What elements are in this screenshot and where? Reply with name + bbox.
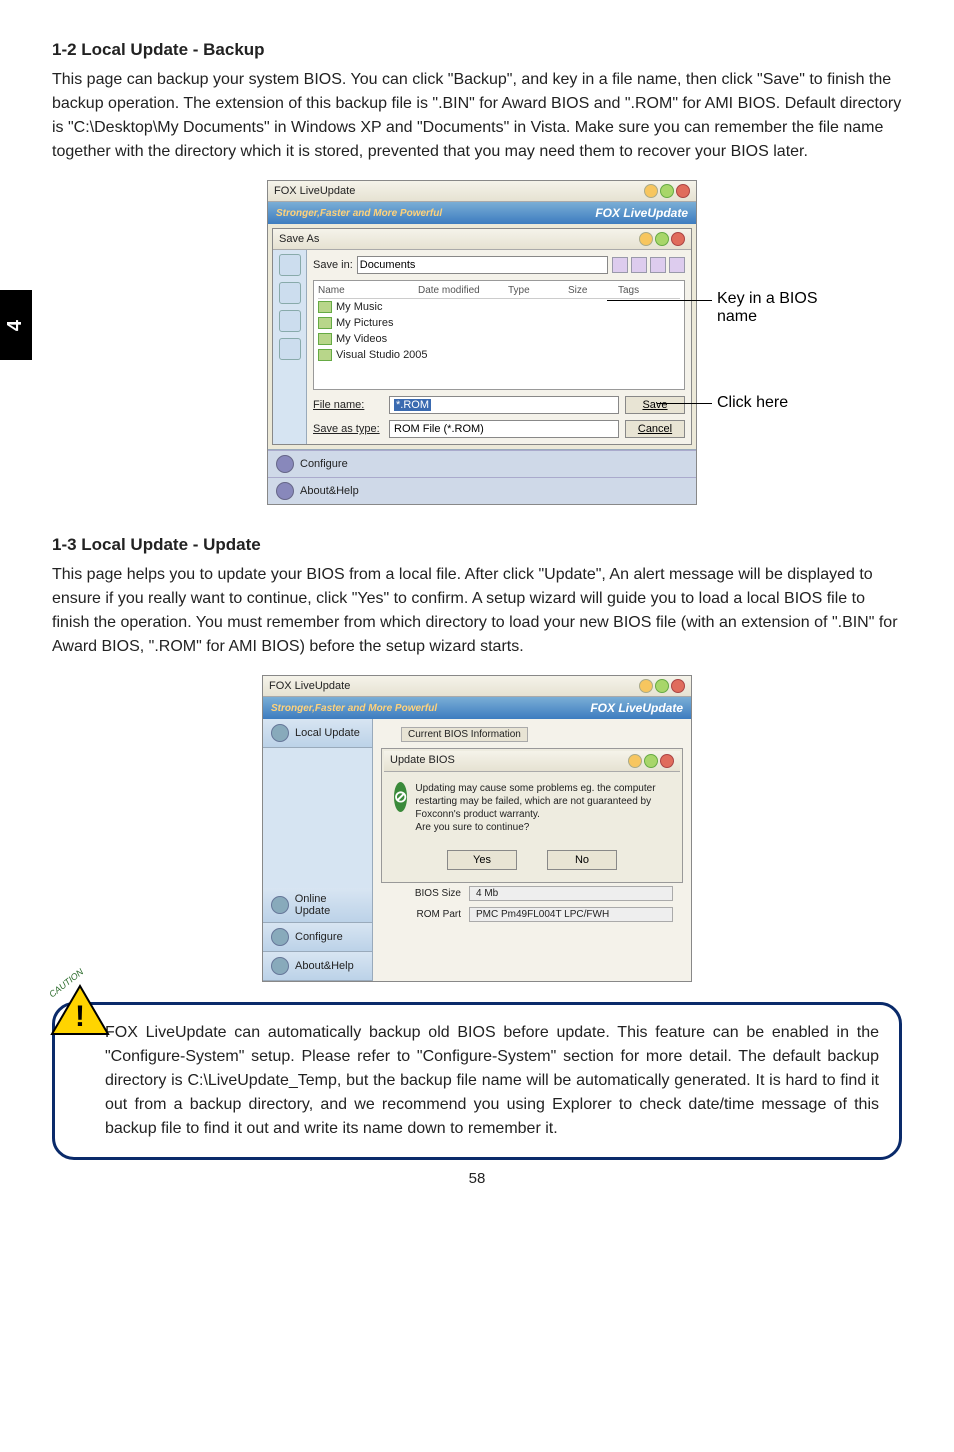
fox-liveupdate-window: FOX LiveUpdate Stronger,Faster and More … bbox=[267, 180, 697, 505]
place-icon[interactable] bbox=[279, 310, 301, 332]
warning-text: Updating may cause some problems eg. the… bbox=[415, 782, 670, 834]
views-icon[interactable] bbox=[669, 257, 685, 273]
col-name[interactable]: Name bbox=[318, 285, 418, 296]
col-type[interactable]: Type bbox=[508, 285, 568, 296]
page-number: 58 bbox=[52, 1170, 902, 1187]
cancel-button[interactable]: Cancel bbox=[625, 420, 685, 438]
app-banner: Stronger,Faster and More Powerful FOX Li… bbox=[263, 697, 691, 719]
section-1-heading: 1-2 Local Update - Backup bbox=[52, 40, 902, 60]
minimize-icon[interactable] bbox=[628, 754, 642, 768]
help-icon bbox=[271, 957, 289, 975]
fox-liveupdate-window-2: FOX LiveUpdate Stronger,Faster and More … bbox=[262, 675, 692, 982]
help-icon[interactable] bbox=[660, 184, 674, 198]
col-date[interactable]: Date modified bbox=[418, 285, 508, 296]
nav-sidebar: Local Update Online Update Configure Abo… bbox=[263, 719, 373, 981]
annotation-1: Key in a BIOS name bbox=[717, 290, 827, 326]
caution-text: FOX LiveUpdate can automatically backup … bbox=[52, 1002, 902, 1160]
savein-dropdown[interactable] bbox=[357, 256, 608, 274]
no-button[interactable]: No bbox=[547, 850, 617, 870]
file-list[interactable]: Name Date modified Type Size Tags My Mus… bbox=[313, 280, 685, 390]
groupbox-label: Current BIOS Information bbox=[401, 727, 528, 742]
close-icon[interactable] bbox=[676, 184, 690, 198]
folder-icon bbox=[318, 317, 332, 329]
saveas-titlebar: Save As bbox=[273, 229, 691, 250]
banner-app-name: FOX LiveUpdate bbox=[595, 206, 688, 220]
close-icon[interactable] bbox=[660, 754, 674, 768]
saveas-help-icon[interactable] bbox=[655, 232, 669, 246]
col-size[interactable]: Size bbox=[568, 285, 618, 296]
place-icon[interactable] bbox=[279, 254, 301, 276]
savetype-dropdown[interactable] bbox=[389, 420, 619, 438]
save-as-dialog: Save As S bbox=[272, 228, 692, 445]
window-title: FOX LiveUpdate bbox=[274, 185, 355, 197]
newfolder-icon[interactable] bbox=[650, 257, 666, 273]
minimize-icon[interactable] bbox=[639, 679, 653, 693]
places-sidebar bbox=[273, 250, 307, 444]
nav-about[interactable]: About&Help bbox=[263, 952, 372, 981]
nav-configure[interactable]: Configure bbox=[268, 450, 696, 477]
section-1-body: This page can backup your system BIOS. Y… bbox=[52, 68, 902, 164]
filename-input[interactable]: *.ROM bbox=[389, 396, 619, 414]
place-icon[interactable] bbox=[279, 282, 301, 304]
nav-online-update[interactable]: Online Update bbox=[263, 888, 372, 923]
help-icon bbox=[276, 482, 294, 500]
annotation-line bbox=[607, 300, 712, 301]
minimize-icon[interactable] bbox=[644, 184, 658, 198]
saveas-close-icon[interactable] bbox=[671, 232, 685, 246]
banner-slogan: Stronger,Faster and More Powerful bbox=[271, 703, 437, 714]
banner-slogan: Stronger,Faster and More Powerful bbox=[276, 208, 442, 219]
annotation-2: Click here bbox=[717, 394, 788, 412]
filename-label: File name: bbox=[313, 399, 383, 411]
bios-size-label: BIOS Size bbox=[391, 888, 461, 899]
section-2-heading: 1-3 Local Update - Update bbox=[52, 535, 902, 555]
close-icon[interactable] bbox=[671, 679, 685, 693]
saveas-title: Save As bbox=[279, 233, 319, 245]
caution-triangle-icon: ! bbox=[50, 984, 110, 1036]
up-icon[interactable] bbox=[631, 257, 647, 273]
yes-button[interactable]: Yes bbox=[447, 850, 517, 870]
svg-text:!: ! bbox=[75, 1000, 85, 1033]
list-item[interactable]: My Pictures bbox=[318, 315, 680, 331]
col-tags[interactable]: Tags bbox=[618, 285, 639, 296]
chapter-number: 4 bbox=[5, 319, 28, 330]
saveas-minimize-icon[interactable] bbox=[639, 232, 653, 246]
list-item[interactable]: My Music bbox=[318, 299, 680, 315]
gear-icon bbox=[271, 928, 289, 946]
savein-label: Save in: bbox=[313, 259, 353, 271]
nav-configure[interactable]: Configure bbox=[263, 923, 372, 952]
app-banner: Stronger,Faster and More Powerful FOX Li… bbox=[268, 202, 696, 224]
rom-part-label: ROM Part bbox=[391, 909, 461, 920]
window-titlebar: FOX LiveUpdate bbox=[268, 181, 696, 202]
folder-icon bbox=[318, 333, 332, 345]
screenshot-1-wrap: FOX LiveUpdate Stronger,Faster and More … bbox=[127, 180, 827, 505]
globe-icon bbox=[271, 896, 289, 914]
update-bios-dialog: Update BIOS ⊘ Updating may cause some pr… bbox=[381, 748, 683, 883]
rom-part-value: PMC Pm49FL004T LPC/FWH bbox=[469, 907, 673, 922]
help-icon[interactable] bbox=[655, 679, 669, 693]
nav-local-update[interactable]: Local Update bbox=[263, 719, 372, 748]
chapter-tab: 4 bbox=[0, 290, 32, 360]
folder-icon bbox=[318, 349, 332, 361]
warning-icon: ⊘ bbox=[394, 782, 407, 812]
bios-size-value: 4 Mb bbox=[469, 886, 673, 901]
caution-callout: CAUTION ! FOX LiveUpdate can automatical… bbox=[52, 1002, 902, 1160]
back-icon[interactable] bbox=[612, 257, 628, 273]
window-titlebar: FOX LiveUpdate bbox=[263, 676, 691, 697]
place-icon[interactable] bbox=[279, 338, 301, 360]
annotation-line bbox=[657, 403, 712, 404]
window-title: FOX LiveUpdate bbox=[269, 680, 350, 692]
folder-icon bbox=[318, 301, 332, 313]
section-2-body: This page helps you to update your BIOS … bbox=[52, 563, 902, 659]
nav-about[interactable]: About&Help bbox=[268, 477, 696, 504]
gear-icon bbox=[276, 455, 294, 473]
disk-icon bbox=[271, 724, 289, 742]
dialog-title: Update BIOS bbox=[390, 754, 455, 768]
list-item[interactable]: Visual Studio 2005 bbox=[318, 347, 680, 363]
banner-app-name: FOX LiveUpdate bbox=[590, 701, 683, 715]
savetype-label: Save as type: bbox=[313, 423, 383, 435]
list-item[interactable]: My Videos bbox=[318, 331, 680, 347]
save-button[interactable]: Save bbox=[625, 396, 685, 414]
help-icon[interactable] bbox=[644, 754, 658, 768]
